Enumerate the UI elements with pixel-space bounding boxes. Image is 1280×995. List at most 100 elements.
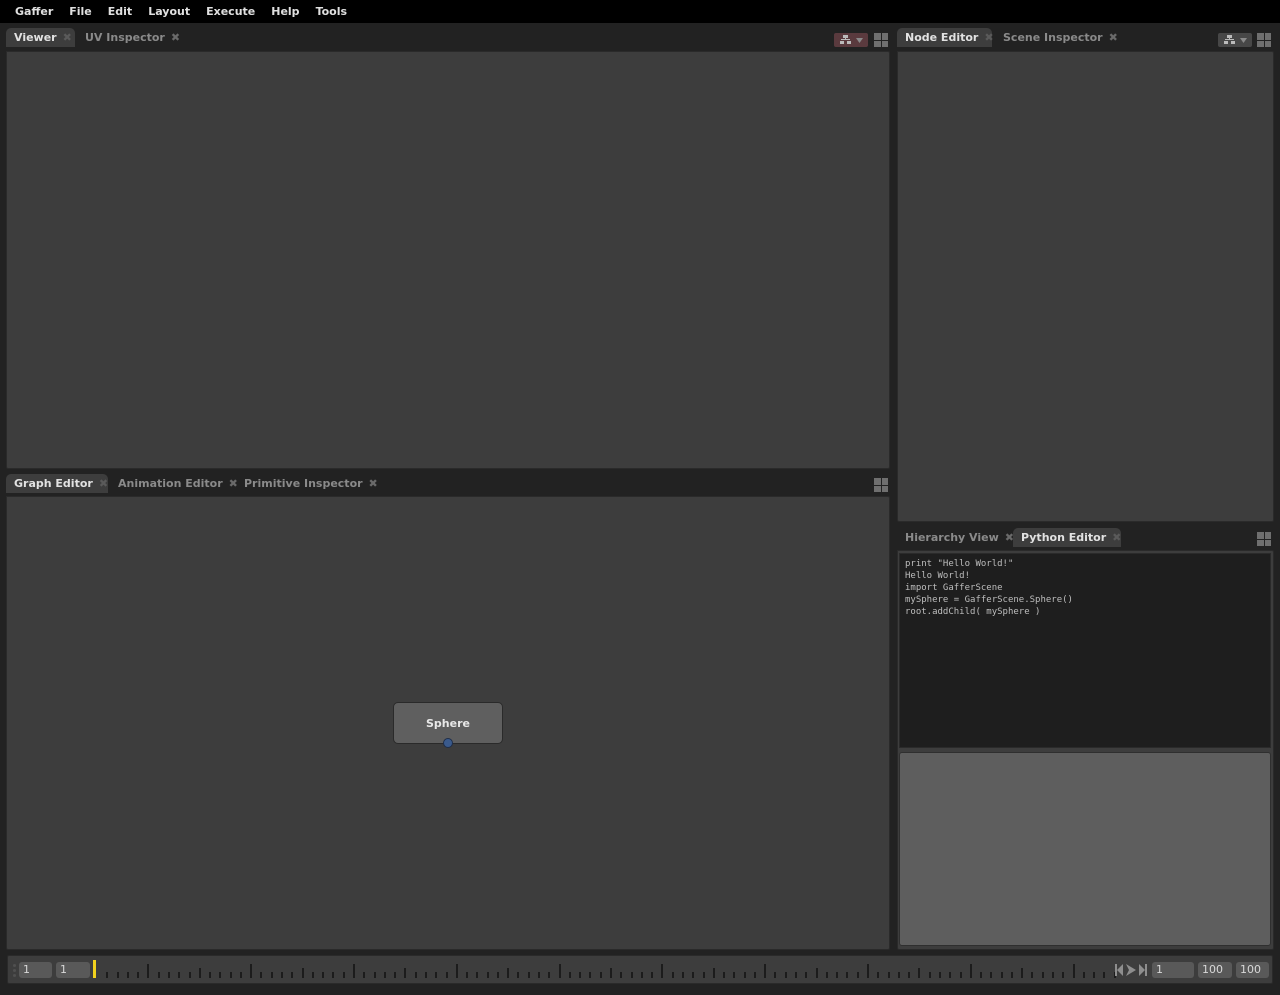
frame-tick <box>908 972 910 978</box>
layout-grid-button[interactable] <box>874 478 888 492</box>
frame-tick <box>764 964 766 978</box>
frame-tick <box>230 972 232 978</box>
output-line: import GafferScene <box>905 583 1003 593</box>
tab-node-editor[interactable]: Node Editor ✖ <box>897 28 994 47</box>
frame-tick <box>960 972 962 978</box>
node-output-plug[interactable] <box>443 738 453 748</box>
tab-python-editor[interactable]: Python Editor ✖ <box>1013 528 1121 547</box>
frame-tick <box>1103 972 1105 978</box>
frame-tick <box>600 972 602 978</box>
tab-label: Python Editor <box>1021 531 1107 544</box>
play-icon[interactable] <box>1126 964 1136 976</box>
frame-tick <box>374 972 376 978</box>
frame-tick <box>117 972 119 978</box>
close-icon[interactable]: ✖ <box>171 32 180 43</box>
close-icon[interactable]: ✖ <box>1112 532 1121 543</box>
frame-tick <box>312 972 314 978</box>
python-input[interactable] <box>899 752 1271 946</box>
frame-tick <box>641 972 643 978</box>
frame-tick <box>1052 972 1054 978</box>
frame-tick <box>260 972 262 978</box>
skip-to-end-icon[interactable] <box>1139 964 1147 976</box>
frame-tick <box>990 972 992 978</box>
layout-grid-button[interactable] <box>1257 532 1271 546</box>
tab-label: Viewer <box>14 31 57 44</box>
tab-primitive-inspector[interactable]: Primitive Inspector ✖ <box>236 474 386 493</box>
end-frame-field[interactable]: 100 <box>1236 962 1269 978</box>
menu-file[interactable]: File <box>61 5 100 18</box>
close-icon[interactable]: ✖ <box>1109 32 1118 43</box>
frame-tick <box>415 972 417 978</box>
frame-tick <box>805 972 807 978</box>
node-editor-content[interactable] <box>897 51 1274 522</box>
close-icon[interactable]: ✖ <box>63 32 72 43</box>
start-frame-field[interactable]: 1 <box>19 962 52 978</box>
frame-tick <box>332 972 334 978</box>
layout-grid-button[interactable] <box>1257 33 1271 47</box>
tab-uv-inspector[interactable]: UV Inspector ✖ <box>77 28 188 47</box>
frame-tick <box>281 972 283 978</box>
view-layout-menu-button[interactable] <box>1218 33 1252 47</box>
frame-tick <box>1073 964 1075 978</box>
frame-tick <box>754 972 756 978</box>
menu-help[interactable]: Help <box>263 5 307 18</box>
frame-tick <box>209 972 211 978</box>
menu-tools[interactable]: Tools <box>308 5 355 18</box>
frame-slider[interactable] <box>93 959 1116 981</box>
view-layout-menu-button[interactable] <box>834 33 868 47</box>
python-output[interactable]: print "Hello World!" Hello World! import… <box>899 553 1271 748</box>
frame-tick <box>744 972 746 978</box>
frame-tick <box>476 972 478 978</box>
current-frame-field[interactable]: 1 <box>1152 962 1194 978</box>
frame-tick <box>826 972 828 978</box>
frame-tick <box>610 968 612 978</box>
frame-tick <box>589 972 591 978</box>
tab-animation-editor[interactable]: Animation Editor ✖ <box>110 474 246 493</box>
frame-tick <box>168 972 170 978</box>
frame-tick <box>795 972 797 978</box>
viewer-content[interactable] <box>6 51 890 469</box>
playhead[interactable] <box>93 960 96 978</box>
tab-graph-editor[interactable]: Graph Editor ✖ <box>6 474 108 493</box>
playback-start-field[interactable]: 1 <box>56 962 90 978</box>
layout-grid-button[interactable] <box>874 33 888 47</box>
close-icon[interactable]: ✖ <box>984 32 993 43</box>
tab-label: Hierarchy View <box>905 531 999 544</box>
viewer-panel: Viewer ✖ UV Inspector ✖ <box>6 23 890 469</box>
tab-viewer[interactable]: Viewer ✖ <box>6 28 75 47</box>
frame-tick <box>733 972 735 978</box>
menu-gaffer[interactable]: Gaffer <box>7 5 61 18</box>
frame-tick <box>970 964 972 978</box>
frame-tick <box>672 972 674 978</box>
frame-tick <box>723 972 725 978</box>
menu-layout[interactable]: Layout <box>140 5 198 18</box>
frame-tick <box>219 972 221 978</box>
frame-tick <box>877 972 879 978</box>
frame-tick <box>137 972 139 978</box>
menu-edit[interactable]: Edit <box>100 5 140 18</box>
frame-tick <box>867 964 869 978</box>
output-line: Hello World! <box>905 571 971 581</box>
tab-label: Graph Editor <box>14 477 93 490</box>
frame-tick <box>322 972 324 978</box>
drag-handle[interactable] <box>13 964 16 978</box>
tab-hierarchy-view[interactable]: Hierarchy View ✖ <box>897 528 1022 547</box>
frame-tick <box>661 964 663 978</box>
frame-tick <box>343 972 345 978</box>
tab-scene-inspector[interactable]: Scene Inspector ✖ <box>995 28 1126 47</box>
close-icon[interactable]: ✖ <box>369 478 378 489</box>
frame-tick <box>774 972 776 978</box>
frame-tick <box>929 972 931 978</box>
viewer-tabbar: Viewer ✖ UV Inspector ✖ <box>6 23 890 47</box>
frame-tick <box>199 968 201 978</box>
frame-tick <box>446 972 448 978</box>
frame-tick <box>939 972 941 978</box>
menubar: Gaffer File Edit Layout Execute Help Too… <box>0 0 1280 23</box>
frame-tick <box>949 972 951 978</box>
menu-execute[interactable]: Execute <box>198 5 263 18</box>
frame-tick <box>1021 968 1023 978</box>
playback-end-field[interactable]: 100 <box>1198 962 1232 978</box>
frame-tick <box>1093 972 1095 978</box>
skip-to-start-icon[interactable] <box>1115 964 1123 976</box>
close-icon[interactable]: ✖ <box>99 478 108 489</box>
